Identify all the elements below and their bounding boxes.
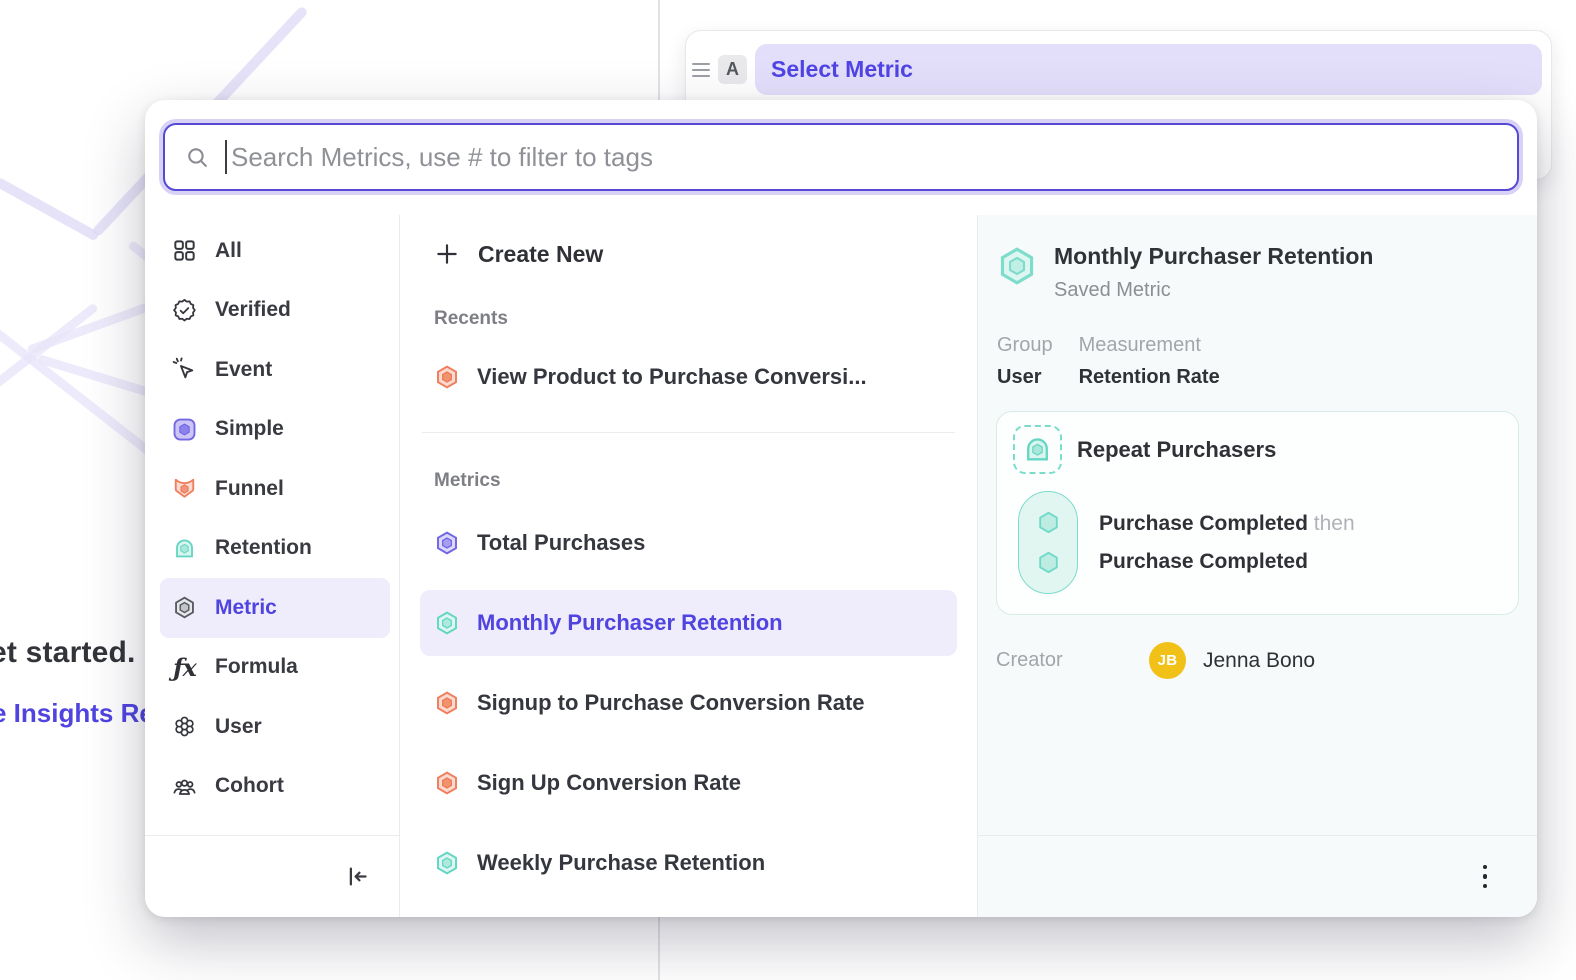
- sidebar-item-all[interactable]: All: [160, 221, 390, 281]
- metric-row-total-purchases[interactable]: Total Purchases: [420, 510, 957, 576]
- sidebar-item-verified[interactable]: Verified: [160, 281, 390, 341]
- sidebar-item-label: All: [215, 239, 242, 263]
- step-hexagon-icon: [1035, 549, 1062, 576]
- search-box: [163, 123, 1519, 191]
- search-input[interactable]: [231, 142, 1497, 173]
- metric-row-revenue[interactable]: Revenue: [420, 910, 957, 917]
- create-new-label: Create New: [478, 241, 603, 268]
- metric-row-label: Signup to Purchase Conversion Rate: [477, 690, 865, 716]
- sidebar-item-metric[interactable]: Metric: [160, 578, 390, 638]
- then-label: then: [1314, 512, 1355, 535]
- saved-metric-hexagon-icon: [996, 245, 1038, 287]
- search-icon: [185, 145, 210, 170]
- retention-arch-icon: [172, 536, 197, 561]
- text-caret: [225, 140, 227, 174]
- verified-badge-icon: [172, 298, 197, 323]
- creator-name: Jenna Bono: [1203, 649, 1315, 673]
- sidebar-item-label: Simple: [215, 417, 284, 441]
- creator-row: Creator JB Jenna Bono: [996, 642, 1519, 679]
- sidebar-item-formula[interactable]: ƒx Formula: [160, 638, 390, 698]
- metric-list-column: Create New Recents View Product to Purch…: [400, 215, 978, 917]
- plus-icon: [434, 241, 460, 267]
- sidebar-item-retention[interactable]: Retention: [160, 519, 390, 579]
- sidebar-item-label: Funnel: [215, 477, 284, 501]
- collapse-left-icon: [343, 863, 370, 890]
- recent-item-row[interactable]: View Product to Purchase Conversi...: [420, 344, 957, 410]
- purple-metric-hexagon-icon: [434, 530, 460, 556]
- recents-section-label: Recents: [434, 308, 957, 330]
- group-label: Group: [997, 334, 1053, 357]
- metric-picker-modal: All Verified Event: [145, 100, 1537, 917]
- metrics-section-label: Metrics: [434, 470, 957, 492]
- metric-row-weekly-purchase-retention[interactable]: Weekly Purchase Retention: [420, 830, 957, 896]
- sidebar-item-label: User: [215, 715, 262, 739]
- funnel-metric-hexagon-icon: [434, 364, 460, 390]
- collapse-sidebar-button[interactable]: [341, 862, 371, 892]
- event-cursor-icon: [172, 357, 197, 382]
- teal-metric-hexagon-icon: [434, 610, 460, 636]
- drag-handle-icon[interactable]: [692, 61, 710, 79]
- sidebar-item-simple[interactable]: Simple: [160, 400, 390, 460]
- creator-avatar: JB: [1149, 642, 1186, 679]
- sidebar-item-label: Metric: [215, 596, 277, 620]
- metric-hexagon-icon: [172, 595, 197, 620]
- creator-label: Creator: [996, 649, 1149, 672]
- cohort-people-icon: [172, 774, 197, 799]
- metric-row-label: Total Purchases: [477, 530, 645, 556]
- sidebar-item-event[interactable]: Event: [160, 340, 390, 400]
- metric-row-label: Sign Up Conversion Rate: [477, 770, 741, 796]
- metric-row-label: Monthly Purchaser Retention: [477, 610, 783, 636]
- teal-metric-hexagon-icon: [434, 850, 460, 876]
- insights-report-link[interactable]: e Insights Re: [0, 698, 154, 729]
- sidebar-item-label: Formula: [215, 655, 298, 679]
- background-headline: et started.: [0, 636, 136, 670]
- coral-metric-hexagon-icon: [434, 770, 460, 796]
- metric-row-label: Weekly Purchase Retention: [477, 850, 765, 876]
- measurement-value: Retention Rate: [1079, 366, 1220, 389]
- metric-row-sign-up-conversion[interactable]: Sign Up Conversion Rate: [420, 750, 957, 816]
- sidebar-item-funnel[interactable]: Funnel: [160, 459, 390, 519]
- sidebar-item-label: Retention: [215, 536, 312, 560]
- simple-hexagon-icon: [172, 417, 197, 442]
- retention-steps-capsule: [1018, 491, 1078, 594]
- sidebar-item-user[interactable]: User: [160, 697, 390, 757]
- select-metric-button[interactable]: Select Metric: [755, 44, 1542, 95]
- group-value: User: [997, 366, 1053, 389]
- block-letter-badge[interactable]: A: [718, 55, 747, 84]
- sidebar-item-label: Verified: [215, 298, 291, 322]
- definition-step-1: Purchase Completed then: [1099, 512, 1355, 536]
- detail-footer: [978, 835, 1537, 917]
- definition-step-2: Purchase Completed: [1099, 550, 1355, 574]
- retention-arch-icon: [1022, 434, 1053, 465]
- more-options-button[interactable]: [1473, 859, 1498, 895]
- funnel-icon: [172, 476, 197, 501]
- sidebar-item-label: Cohort: [215, 774, 284, 798]
- sidebar-item-label: Event: [215, 358, 272, 382]
- category-sidebar: All Verified Event: [145, 215, 400, 917]
- search-area: [145, 100, 1537, 215]
- metric-detail-panel: Monthly Purchaser Retention Saved Metric…: [978, 215, 1537, 917]
- detail-title: Monthly Purchaser Retention: [1054, 243, 1373, 270]
- group-meta: Group User: [997, 334, 1053, 389]
- user-cluster-icon: [172, 714, 197, 739]
- retention-definition-icon: [1013, 425, 1062, 474]
- select-metric-label: Select Metric: [771, 56, 913, 83]
- coral-metric-hexagon-icon: [434, 690, 460, 716]
- metric-row-signup-to-purchase[interactable]: Signup to Purchase Conversion Rate: [420, 670, 957, 736]
- grid-icon: [172, 238, 197, 263]
- measurement-meta: Measurement Retention Rate: [1079, 334, 1220, 389]
- sidebar-item-cohort[interactable]: Cohort: [160, 757, 390, 817]
- step-hexagon-icon: [1035, 509, 1062, 536]
- detail-meta: Group User Measurement Retention Rate: [996, 334, 1519, 389]
- metric-definition-card: Repeat Purchasers Purchase Comp: [996, 411, 1519, 615]
- measurement-label: Measurement: [1079, 334, 1220, 357]
- formula-fx-icon: ƒx: [172, 655, 197, 680]
- recent-item-label: View Product to Purchase Conversi...: [477, 364, 867, 390]
- metric-row-monthly-purchaser-retention[interactable]: Monthly Purchaser Retention: [420, 590, 957, 656]
- definition-name: Repeat Purchasers: [1077, 437, 1276, 463]
- sidebar-footer: [145, 835, 399, 917]
- detail-subtitle: Saved Metric: [1054, 279, 1373, 302]
- list-divider: [422, 432, 955, 433]
- create-new-button[interactable]: Create New: [420, 230, 957, 278]
